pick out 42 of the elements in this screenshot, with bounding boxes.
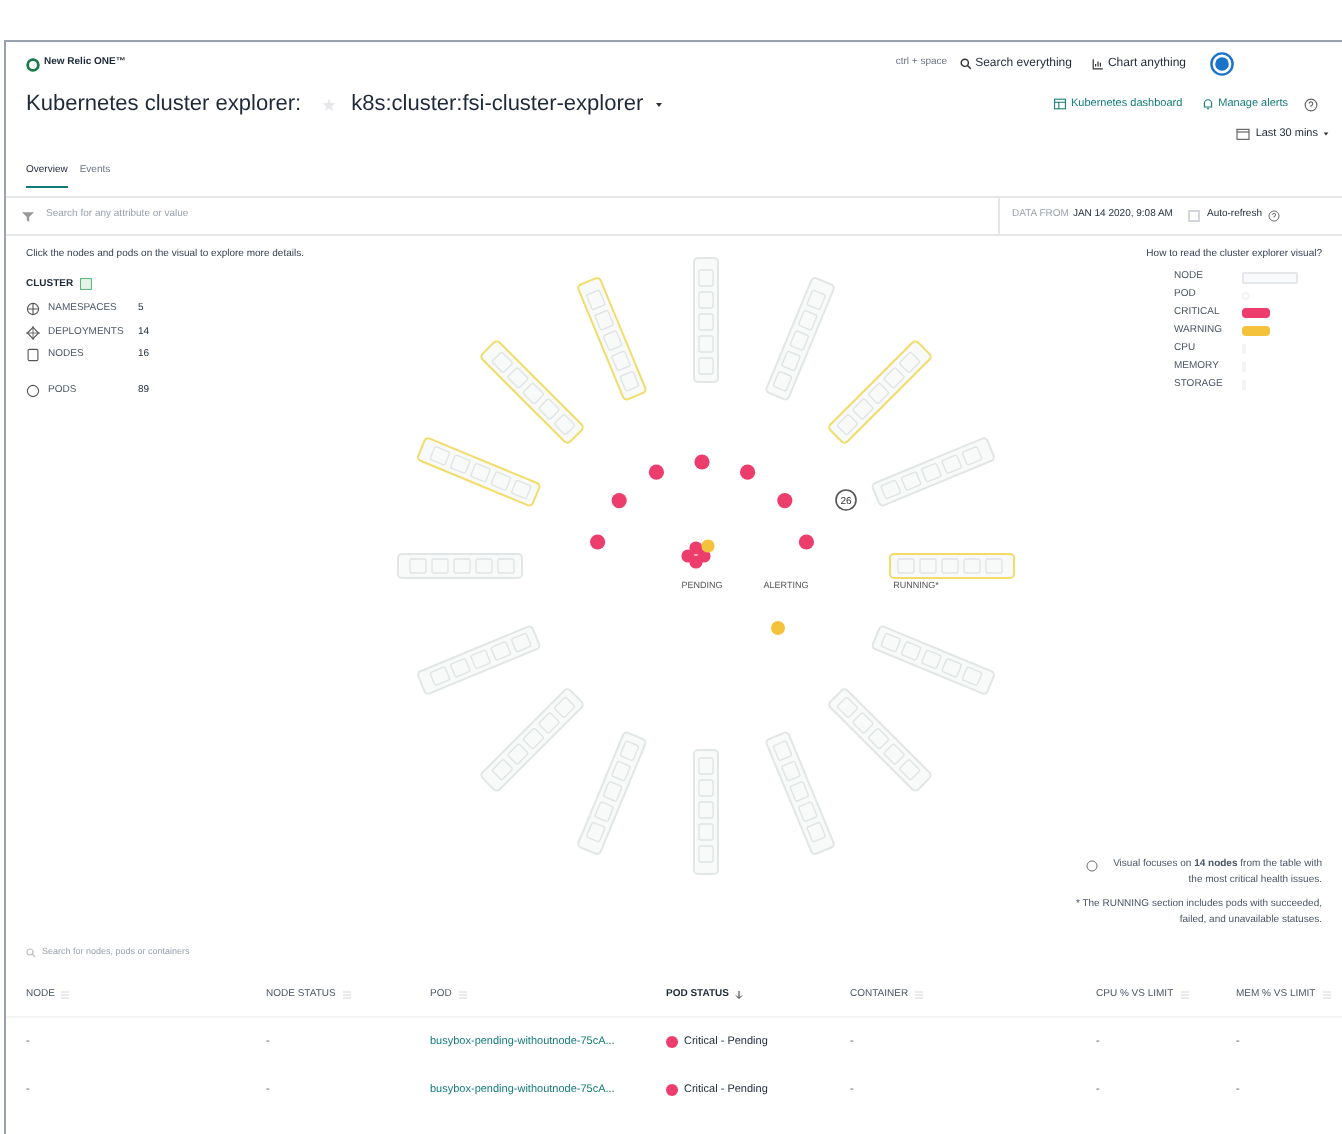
globe-icon bbox=[26, 302, 40, 317]
node-capsule[interactable] bbox=[693, 749, 719, 875]
pod-dot[interactable] bbox=[798, 534, 814, 550]
square-icon bbox=[26, 348, 40, 363]
node-swatch bbox=[1242, 271, 1298, 283]
page-title: Kubernetes cluster explorer: bbox=[26, 89, 302, 120]
node-capsule[interactable] bbox=[889, 553, 1015, 579]
pod-dot[interactable] bbox=[689, 541, 703, 555]
help-icon[interactable] bbox=[1304, 97, 1318, 111]
node-capsule[interactable] bbox=[397, 553, 523, 579]
dashboard-icon bbox=[1054, 98, 1067, 110]
info-icon[interactable] bbox=[79, 278, 92, 291]
pod-dot[interactable] bbox=[590, 534, 606, 550]
warning-swatch bbox=[1242, 326, 1270, 336]
sort-descending-icon bbox=[734, 990, 745, 1000]
pod-dot[interactable] bbox=[777, 493, 793, 509]
filter-icon[interactable] bbox=[22, 211, 34, 221]
bell-icon bbox=[1202, 98, 1215, 110]
chart-icon bbox=[1091, 58, 1104, 70]
search-icon bbox=[26, 947, 36, 957]
user-avatar-icon[interactable] bbox=[1210, 52, 1234, 76]
star-icon[interactable] bbox=[321, 97, 336, 111]
auto-refresh-checkbox[interactable] bbox=[1188, 210, 1201, 222]
pod-dot[interactable] bbox=[689, 555, 703, 569]
caret-icon bbox=[653, 99, 664, 109]
diamond-icon bbox=[26, 325, 40, 340]
calendar-icon bbox=[1235, 128, 1250, 140]
search-icon bbox=[959, 58, 972, 70]
pod-dot[interactable] bbox=[771, 621, 785, 635]
critical-swatch bbox=[1242, 308, 1270, 318]
pod-dot[interactable] bbox=[740, 464, 756, 480]
caret-icon bbox=[1322, 130, 1330, 138]
pod-dot[interactable] bbox=[694, 454, 710, 470]
logo-icon bbox=[26, 57, 40, 71]
node-capsule[interactable] bbox=[693, 257, 719, 383]
cluster-selector[interactable]: k8s:cluster:fsi-cluster-explorer bbox=[351, 87, 664, 121]
pod-dot[interactable] bbox=[701, 539, 715, 553]
circle-icon bbox=[26, 383, 40, 398]
help-icon[interactable] bbox=[1268, 210, 1280, 222]
info-icon bbox=[1086, 860, 1098, 872]
pod-dot[interactable] bbox=[648, 464, 664, 480]
pod-dot[interactable] bbox=[611, 493, 627, 509]
